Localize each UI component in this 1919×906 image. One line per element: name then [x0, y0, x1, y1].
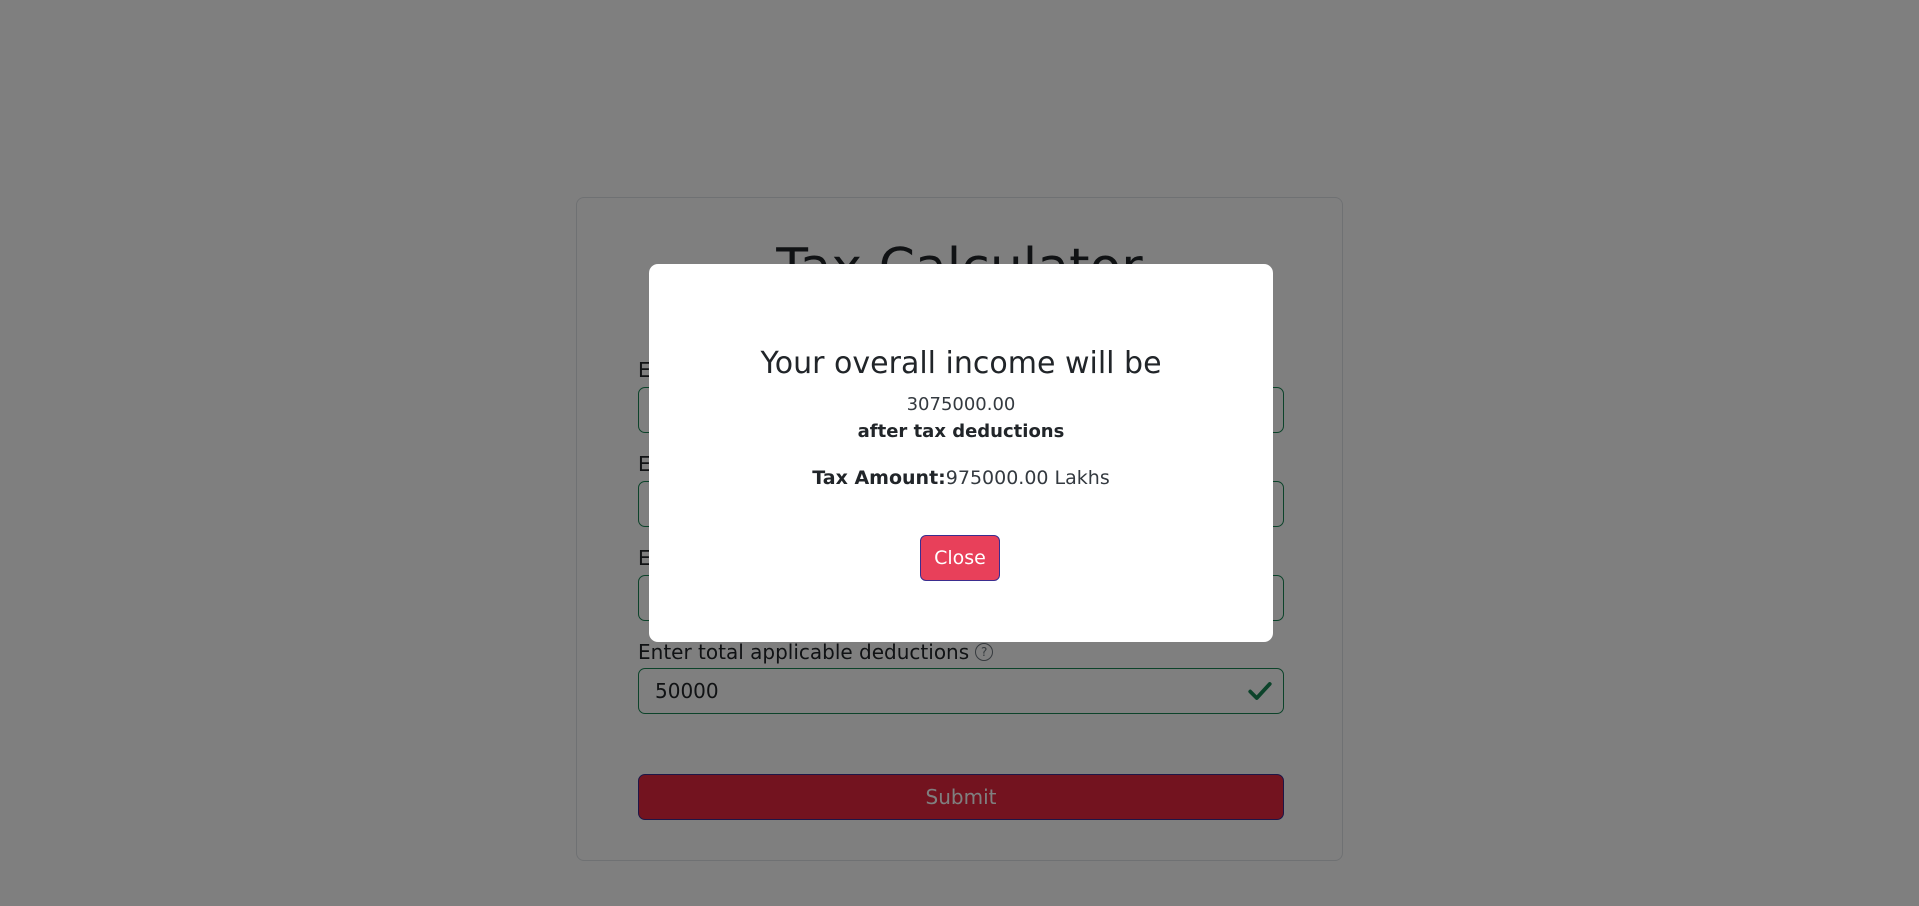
income-amount: 3075000.00 — [906, 394, 1016, 415]
tax-amount-label: Tax Amount: — [812, 467, 946, 489]
tax-amount-line: Tax Amount:975000.00 Lakhs — [649, 467, 1273, 489]
tax-amount-value: 975000.00 Lakhs — [945, 467, 1110, 489]
result-modal: Your overall income will be 3075000.00 a… — [649, 264, 1273, 642]
modal-heading: Your overall income will be — [760, 346, 1162, 381]
income-subtext: after tax deductions — [857, 421, 1065, 442]
page: Tax Calculator E E E Enter total applica… — [0, 0, 1919, 906]
close-button[interactable]: Close — [920, 535, 1000, 581]
